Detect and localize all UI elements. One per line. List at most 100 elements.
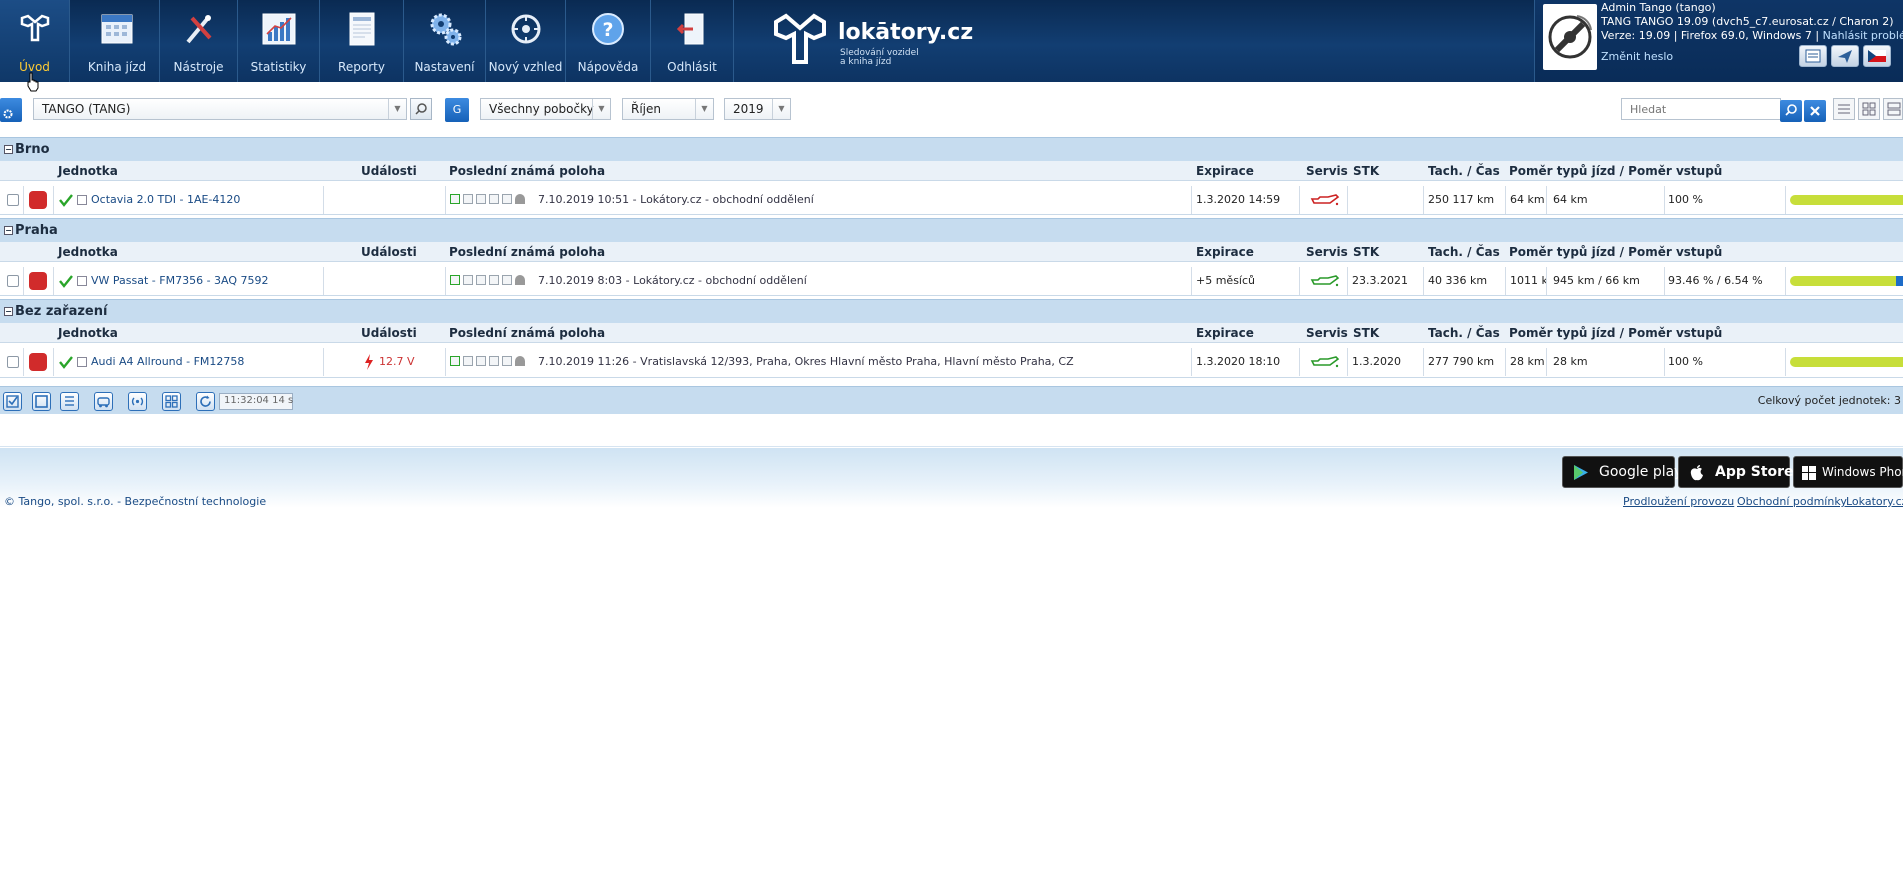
list-view-button[interactable] — [1833, 98, 1855, 120]
col-unit[interactable]: Jednotka — [58, 164, 118, 178]
stk-cell — [1348, 186, 1424, 214]
google-play-badge[interactable]: Google play — [1562, 456, 1682, 488]
nav-kniha-jizd[interactable]: Kniha jízd — [75, 0, 160, 82]
col-ratio[interactable]: Poměr typů jízd / Poměr vstupů — [1509, 245, 1722, 259]
last-position-link[interactable]: 7.10.2019 11:26 - Vratislavská 12/393, P… — [538, 355, 1074, 368]
group-header-praha[interactable]: − Praha — [0, 218, 1903, 242]
nav-nastroje[interactable]: Nástroje — [160, 0, 238, 82]
event-voltage[interactable]: 12.7 V — [379, 355, 415, 368]
ratio-bar — [1790, 276, 1903, 286]
footer-link-lokatory[interactable]: Lokatory.cz — [1846, 495, 1903, 508]
tile-view-button[interactable] — [1883, 98, 1903, 120]
table-header: Jednotka Události Poslední známá poloha … — [0, 323, 1903, 343]
nav-reporty[interactable]: Reporty — [320, 0, 404, 82]
clear-search-button[interactable] — [1804, 100, 1826, 122]
year-select[interactable]: 2019 ▼ — [724, 98, 791, 120]
km-cell: 64 km — [1506, 186, 1547, 214]
group-header-bez-zarazeni[interactable]: − Bez zařazení — [0, 299, 1903, 323]
check-icon — [59, 194, 73, 207]
deselect-all-button[interactable] — [32, 392, 51, 411]
col-unit[interactable]: Jednotka — [58, 326, 118, 340]
footer-link-prolongation[interactable]: Prodloužení provozu — [1623, 495, 1734, 508]
table-row[interactable]: VW Passat - FM7356 - 3AQ 7592 7.10.2019 … — [0, 267, 1903, 296]
top-navigation: Úvod Kniha jízd Nástroje Statistiky Repo… — [0, 0, 1903, 82]
col-stk[interactable]: STK — [1353, 245, 1379, 259]
col-ratio[interactable]: Poměr typů jízd / Poměr vstupů — [1509, 164, 1722, 178]
col-service[interactable]: Servis — [1306, 164, 1348, 178]
report-problem-link[interactable]: Nahlásit problém — [1823, 29, 1903, 42]
footer-link-terms[interactable]: Obchodní podmínky — [1737, 495, 1847, 508]
language-button[interactable] — [1863, 45, 1891, 67]
row-checkbox[interactable] — [7, 275, 19, 287]
nav-odhlasit[interactable]: Odhlásit — [651, 0, 734, 82]
vehicle-button[interactable] — [94, 392, 113, 411]
row-checkbox[interactable] — [7, 194, 19, 206]
filter-settings-button[interactable] — [0, 98, 22, 122]
copyright[interactable]: © Tango, spol. s.r.o. - Bezpečnostní tec… — [4, 495, 266, 508]
unit-name-link[interactable]: Octavia 2.0 TDI - 1AE-4120 — [91, 193, 240, 206]
change-password-link[interactable]: Změnit heslo — [1601, 50, 1673, 63]
search-button[interactable] — [1780, 100, 1802, 122]
table-row[interactable]: Octavia 2.0 TDI - 1AE-4120 7.10.2019 10:… — [0, 186, 1903, 215]
collapse-icon[interactable]: − — [4, 145, 13, 154]
branch-select[interactable]: Všechny pobočky ▼ — [480, 98, 611, 120]
unit-name-link[interactable]: Audi A4 Allround - FM12758 — [91, 355, 244, 368]
col-expiration[interactable]: Expirace — [1196, 326, 1254, 340]
last-position-link[interactable]: 7.10.2019 10:51 - Lokátory.cz - obchodní… — [538, 193, 814, 206]
check-icon — [59, 275, 73, 288]
g-button[interactable]: G — [445, 98, 469, 122]
nav-novy-vzhled[interactable]: Nový vzhled — [486, 0, 566, 82]
collapse-icon[interactable]: − — [4, 226, 13, 235]
col-stk[interactable]: STK — [1353, 326, 1379, 340]
windows-phone-badge[interactable]: Windows Phone — [1793, 456, 1903, 488]
table-row[interactable]: Audi A4 Allround - FM12758 12.7 V 7.10.2… — [0, 348, 1903, 378]
checklist-button[interactable] — [60, 392, 79, 411]
app-store-badge[interactable]: App Store — [1678, 456, 1794, 488]
month-select[interactable]: Říjen ▼ — [622, 98, 714, 120]
nav-nastaveni[interactable]: Nastavení — [404, 0, 486, 82]
group-header-brno[interactable]: − Brno — [0, 137, 1903, 161]
collapse-icon[interactable]: − — [4, 307, 13, 316]
year-select-value: 2019 — [733, 102, 764, 116]
col-tach[interactable]: Tach. / Čas — [1428, 326, 1500, 340]
col-expiration[interactable]: Expirace — [1196, 245, 1254, 259]
col-service[interactable]: Servis — [1306, 326, 1348, 340]
nav-label: Nový vzhled — [488, 60, 563, 74]
col-tach[interactable]: Tach. / Čas — [1428, 245, 1500, 259]
col-stk[interactable]: STK — [1353, 164, 1379, 178]
oil-can-icon[interactable] — [1310, 193, 1340, 207]
col-events[interactable]: Události — [361, 164, 417, 178]
bottom-toolbar: 11:32:04 14 s Celkový počet jednotek: 3 — [0, 386, 1903, 414]
row-checkbox[interactable] — [7, 356, 19, 368]
oil-can-icon[interactable] — [1310, 355, 1340, 369]
grid-button[interactable] — [162, 392, 181, 411]
col-expiration[interactable]: Expirace — [1196, 164, 1254, 178]
signal-button[interactable] — [128, 392, 147, 411]
brand-logo[interactable]: lokātory.cz Sledování vozidel a kniha jí… — [770, 12, 973, 70]
nav-napoveda[interactable]: ? Nápověda — [566, 0, 651, 82]
unit-name-link[interactable]: VW Passat - FM7356 - 3AQ 7592 — [91, 274, 269, 287]
col-position[interactable]: Poslední známá poloha — [449, 245, 605, 259]
send-message-button[interactable] — [1831, 45, 1859, 67]
col-unit[interactable]: Jednotka — [58, 245, 118, 259]
col-position[interactable]: Poslední známá poloha — [449, 326, 605, 340]
nav-statistiky[interactable]: Statistiky — [238, 0, 320, 82]
search-input[interactable] — [1621, 98, 1781, 120]
refresh-button[interactable] — [196, 392, 215, 411]
report-document-icon — [349, 12, 374, 46]
car-icon — [29, 353, 47, 371]
col-position[interactable]: Poslední známá poloha — [449, 164, 605, 178]
company-select[interactable]: TANGO (TANG) ▼ — [33, 98, 407, 120]
col-events[interactable]: Události — [361, 326, 417, 340]
col-ratio[interactable]: Poměr typů jízd / Poměr vstupů — [1509, 326, 1722, 340]
oil-can-icon[interactable] — [1310, 274, 1340, 288]
news-button[interactable] — [1799, 45, 1827, 67]
col-events[interactable]: Události — [361, 245, 417, 259]
select-all-button[interactable] — [3, 392, 22, 411]
grid-view-button[interactable] — [1858, 98, 1880, 120]
last-position-link[interactable]: 7.10.2019 8:03 - Lokátory.cz - obchodní … — [538, 274, 807, 287]
col-tach[interactable]: Tach. / Čas — [1428, 164, 1500, 178]
company-search-button[interactable] — [410, 98, 432, 120]
col-service[interactable]: Servis — [1306, 245, 1348, 259]
nav-uvod[interactable]: Úvod — [0, 0, 70, 82]
